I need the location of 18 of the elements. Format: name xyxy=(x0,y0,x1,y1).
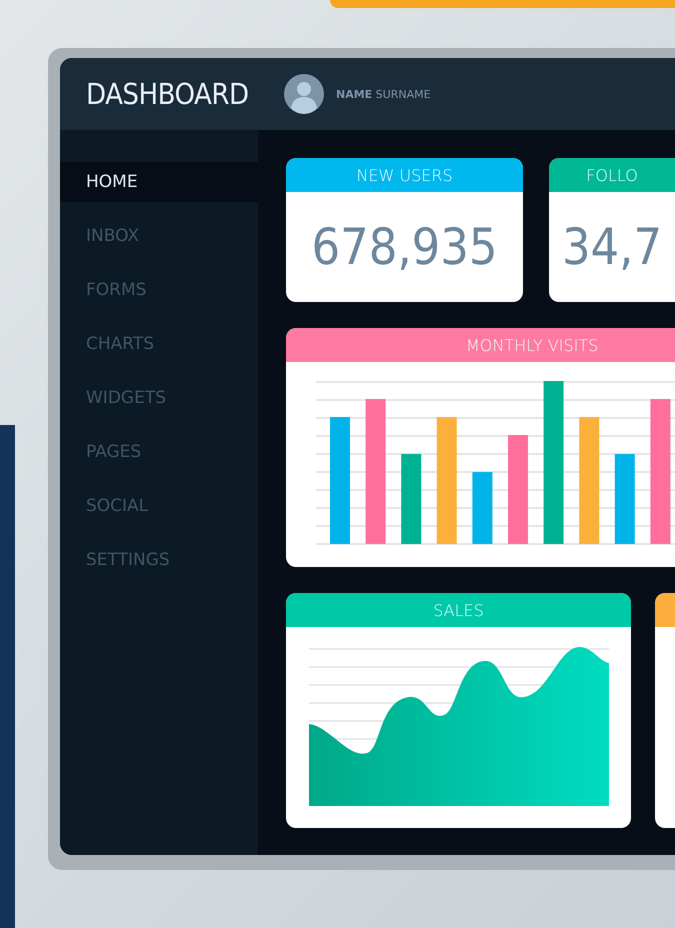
card-title: MONTHLY VISITS xyxy=(466,336,598,354)
nav-item[interactable]: FORMS xyxy=(60,270,258,310)
nav-item[interactable]: SETTINGS xyxy=(60,540,258,580)
stat-value: 34,7 xyxy=(560,217,664,278)
nav-item[interactable]: HOME xyxy=(60,162,258,202)
card-title: FOLLO xyxy=(586,166,638,184)
chart-bar xyxy=(472,472,492,544)
card-title: SALES xyxy=(433,600,484,620)
nav-item[interactable]: SOCIAL xyxy=(60,486,258,526)
card-title: NEW USERS xyxy=(356,166,453,184)
nav-item[interactable]: INBOX xyxy=(60,216,258,256)
user-name: NAME SURNAME xyxy=(336,88,431,100)
nav-item[interactable]: WIDGETS xyxy=(60,378,258,418)
avatar-icon[interactable] xyxy=(284,74,324,114)
nav-item[interactable]: PAGES xyxy=(60,432,258,472)
app-title: DASHBOARD xyxy=(86,77,250,111)
nav-item[interactable]: CHARTS xyxy=(60,324,258,364)
stat-value: 678,935 xyxy=(310,217,498,278)
